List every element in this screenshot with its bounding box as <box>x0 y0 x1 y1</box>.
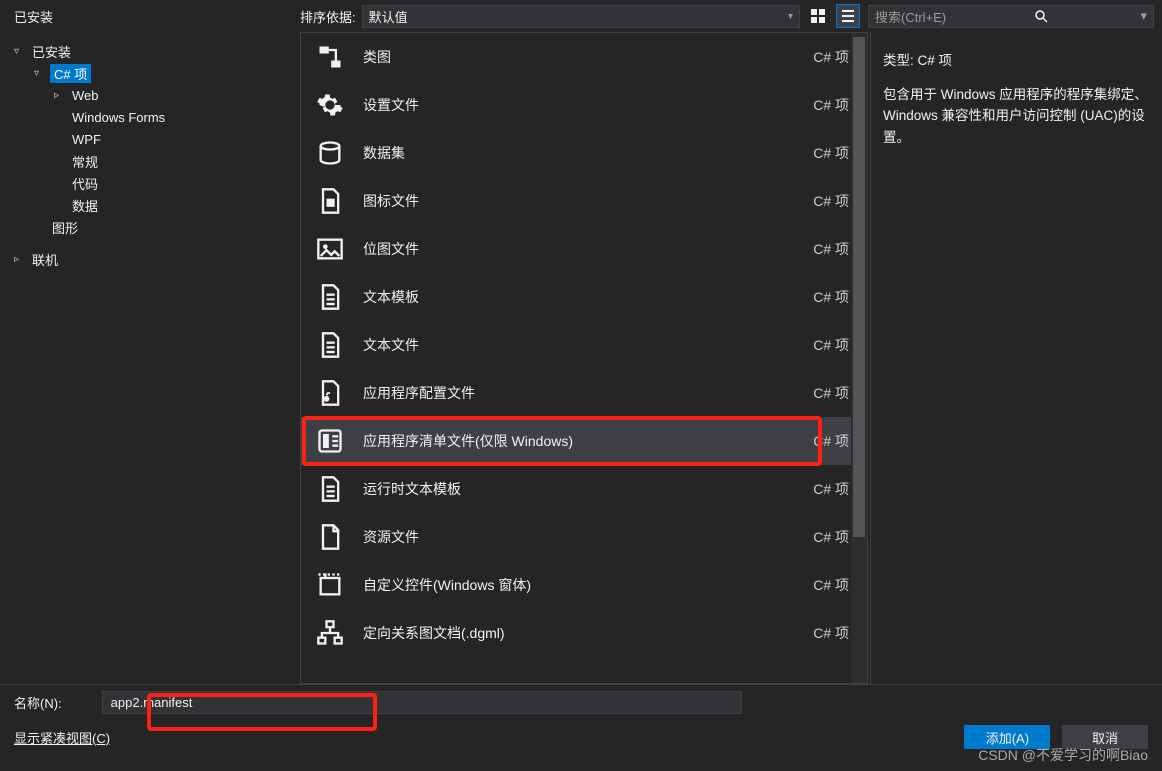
icon-file-icon <box>315 186 345 216</box>
template-item[interactable]: 文本文件 C# 项 <box>301 321 867 369</box>
item-category: C# 项 <box>813 239 849 259</box>
item-category: C# 项 <box>813 575 849 595</box>
template-list: 类图 C# 项 设置文件 C# 项 数据集 C# 项 图标文件 C# 项 位图文… <box>300 32 868 684</box>
tree-general[interactable]: 常规 <box>0 150 300 172</box>
tree-data[interactable]: 数据 <box>0 194 300 216</box>
resource-icon <box>315 522 345 552</box>
chevron-down-icon: ▾ <box>1140 8 1147 24</box>
expand-icon: ▹ <box>14 254 26 265</box>
class-diagram-icon <box>315 42 345 72</box>
item-category: C# 项 <box>813 479 849 499</box>
item-category: C# 项 <box>813 335 849 355</box>
category-tree: ▿ 已安装 ▿ C# 项 ▹ Web Windows Forms WPF 常规 … <box>0 32 300 684</box>
bitmap-icon <box>315 234 345 264</box>
template-item[interactable]: 位图文件 C# 项 <box>301 225 867 273</box>
item-category: C# 项 <box>813 95 849 115</box>
item-category: C# 项 <box>813 431 849 451</box>
template-item[interactable]: 自定义控件(Windows 窗体) C# 项 <box>301 561 867 609</box>
item-name: 设置文件 <box>363 95 795 115</box>
details-panel: 类型: C# 项 包含用于 Windows 应用程序的程序集绑定、Windows… <box>870 32 1162 684</box>
dgml-icon <box>315 618 345 648</box>
template-item[interactable]: 数据集 C# 项 <box>301 129 867 177</box>
template-item[interactable]: 资源文件 C# 项 <box>301 513 867 561</box>
installed-heading: 已安装 <box>14 10 53 25</box>
item-name: 应用程序配置文件 <box>363 383 795 403</box>
item-name: 文本文件 <box>363 335 795 355</box>
tree-csharp-items[interactable]: ▿ C# 项 <box>0 62 300 84</box>
template-item[interactable]: 应用程序配置文件 C# 项 <box>301 369 867 417</box>
text-file-icon <box>315 330 345 360</box>
item-name: 资源文件 <box>363 527 795 547</box>
name-label: 名称(N): <box>14 693 62 712</box>
description: 包含用于 Windows 应用程序的程序集绑定、Windows 兼容性和用户访问… <box>883 84 1150 149</box>
sort-combo[interactable]: 默认值 ▾ <box>362 5 800 28</box>
tree-wpf[interactable]: WPF <box>0 128 300 150</box>
template-item[interactable]: 应用程序清单文件(仅限 Windows) C# 项 <box>301 417 867 465</box>
sort-label: 排序依据: <box>300 7 356 26</box>
item-category: C# 项 <box>813 623 849 643</box>
scrollbar-thumb[interactable] <box>853 37 865 537</box>
item-name: 类图 <box>363 47 795 67</box>
expand-icon: ▿ <box>34 68 46 79</box>
view-grid-button[interactable] <box>806 4 830 28</box>
item-category: C# 项 <box>813 47 849 67</box>
name-input[interactable]: app2.manifest <box>102 691 742 714</box>
template-item[interactable]: 类图 C# 项 <box>301 33 867 81</box>
text-file-icon <box>315 282 345 312</box>
template-item[interactable]: 文本模板 C# 项 <box>301 273 867 321</box>
item-category: C# 项 <box>813 143 849 163</box>
item-name: 定向关系图文档(.dgml) <box>363 623 795 643</box>
text-file-icon <box>315 474 345 504</box>
scrollbar[interactable] <box>851 33 867 683</box>
template-item[interactable]: 定向关系图文档(.dgml) C# 项 <box>301 609 867 657</box>
template-item[interactable]: 图标文件 C# 项 <box>301 177 867 225</box>
item-category: C# 项 <box>813 383 849 403</box>
template-item[interactable]: 运行时文本模板 C# 项 <box>301 465 867 513</box>
search-icon <box>1034 9 1048 23</box>
chevron-down-icon: ▾ <box>788 11 793 22</box>
item-name: 自定义控件(Windows 窗体) <box>363 575 795 595</box>
dataset-icon <box>315 138 345 168</box>
type-label: 类型: <box>883 53 914 68</box>
tree-code[interactable]: 代码 <box>0 172 300 194</box>
search-input[interactable]: 搜索(Ctrl+E) ▾ <box>868 5 1154 28</box>
item-category: C# 项 <box>813 191 849 211</box>
expand-icon: ▹ <box>54 90 66 101</box>
item-name: 应用程序清单文件(仅限 Windows) <box>363 431 795 451</box>
item-name: 文本模板 <box>363 287 795 307</box>
sort-value: 默认值 <box>369 7 408 26</box>
gear-icon <box>315 90 345 120</box>
item-name: 图标文件 <box>363 191 795 211</box>
tree-winforms[interactable]: Windows Forms <box>0 106 300 128</box>
expand-icon: ▿ <box>14 46 26 57</box>
item-name: 位图文件 <box>363 239 795 259</box>
search-placeholder: 搜索(Ctrl+E) <box>875 7 946 26</box>
watermark: CSDN @不爱学习的啊Biao <box>978 745 1148 765</box>
template-item[interactable]: 设置文件 C# 项 <box>301 81 867 129</box>
type-value: C# 项 <box>918 53 953 68</box>
item-name: 运行时文本模板 <box>363 479 795 499</box>
manifest-icon <box>315 426 345 456</box>
tree-installed[interactable]: ▿ 已安装 <box>0 40 300 62</box>
item-category: C# 项 <box>813 527 849 547</box>
view-list-button[interactable] <box>836 4 860 28</box>
tree-graphics[interactable]: 图形 <box>0 216 300 238</box>
control-icon <box>315 570 345 600</box>
tree-web[interactable]: ▹ Web <box>0 84 300 106</box>
tree-online[interactable]: ▹ 联机 <box>0 248 300 270</box>
compact-view-link[interactable]: 显示紧凑视图(C) <box>14 728 110 747</box>
item-category: C# 项 <box>813 287 849 307</box>
config-icon <box>315 378 345 408</box>
item-name: 数据集 <box>363 143 795 163</box>
